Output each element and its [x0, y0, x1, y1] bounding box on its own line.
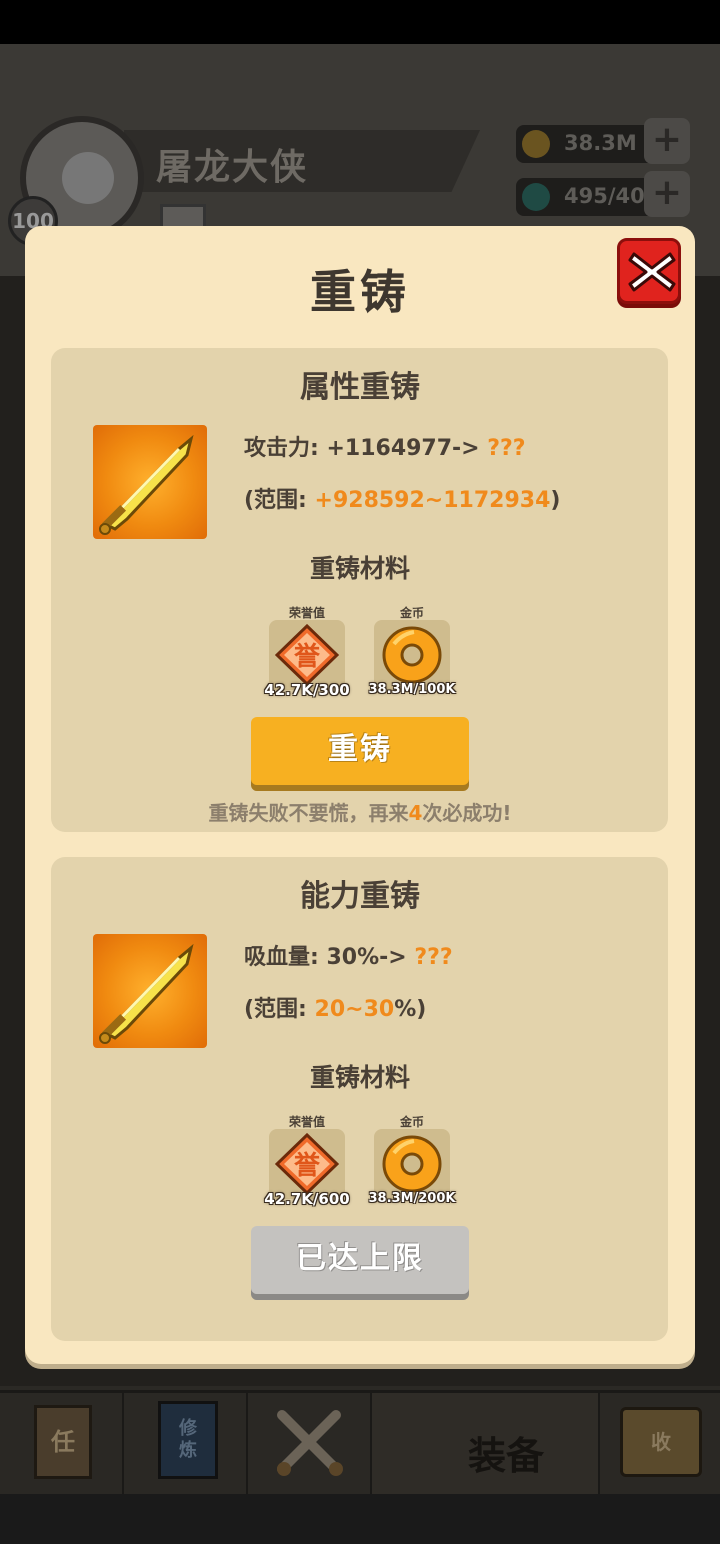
- lifesteal-range-line: (范围: 20~30%): [244, 991, 426, 1023]
- golden-sword-icon: [93, 934, 207, 1048]
- honor-label: 荣誉值: [288, 606, 325, 620]
- gold-coin-icon: [382, 626, 442, 684]
- add-gold-button[interactable]: +: [644, 118, 690, 164]
- gold-label: 金币: [399, 1115, 424, 1129]
- avatar-face-icon: [62, 152, 114, 204]
- lifesteal-range-value: 20~30: [314, 997, 395, 1022]
- cultivate-book-icon: 修炼: [158, 1401, 218, 1479]
- honor-material-slot[interactable]: 誉: [269, 1129, 345, 1199]
- player-name: 屠龙大侠: [156, 147, 309, 188]
- attack-range-prefix: (范围:: [244, 488, 315, 513]
- attack-stat-label: 攻击力: +1164977->: [244, 436, 480, 461]
- attack-range-line: (范围: +928592~1172934): [244, 482, 560, 514]
- lifesteal-stat-line: 吸血量: 30%-> ???: [244, 939, 453, 971]
- gold-coin-icon: [522, 130, 550, 158]
- golden-sword-icon: [93, 425, 207, 539]
- attack-range-value: +928592~1172934: [314, 488, 551, 513]
- hint-prefix: 重铸失败不要慌，再来: [208, 801, 409, 825]
- honor-material-slot[interactable]: 誉: [269, 620, 345, 690]
- add-gem-button[interactable]: +: [644, 171, 690, 217]
- hint-number: 4: [408, 801, 423, 825]
- max-reached-button[interactable]: 已达上限: [251, 1226, 469, 1294]
- lifesteal-range-prefix: (范围:: [244, 997, 315, 1022]
- navigation-bar: [0, 1494, 720, 1544]
- hint-suffix: 次必成功!: [422, 801, 512, 825]
- honor-count: 42.7K/300: [264, 681, 350, 699]
- attack-stat-line: 攻击力: +1164977-> ???: [244, 430, 526, 462]
- tab-cultivate[interactable]: 修炼: [124, 1393, 248, 1497]
- tab-quest[interactable]: 任: [0, 1393, 124, 1497]
- ability-recast-title: 能力重铸: [300, 879, 420, 914]
- attribute-materials-title: 重铸材料: [309, 554, 410, 583]
- status-bar: [0, 0, 720, 44]
- gold-amount: 38.3M: [564, 131, 637, 155]
- close-button[interactable]: [617, 238, 681, 304]
- dialog-title: 重铸: [310, 265, 410, 319]
- gold-count: 38.3M/100K: [368, 682, 456, 697]
- gold-coin-icon: [382, 1135, 442, 1193]
- close-x-icon: [628, 252, 676, 292]
- tab-battle[interactable]: [248, 1393, 372, 1497]
- gem-icon: [522, 183, 550, 211]
- tab-collect[interactable]: 收: [600, 1393, 720, 1497]
- honor-count: 42.7K/600: [264, 1190, 350, 1208]
- collect-chest-icon: 收: [620, 1407, 702, 1477]
- gold-material-slot[interactable]: [374, 620, 450, 690]
- attribute-recast-title: 属性重铸: [300, 370, 420, 405]
- attack-range-suffix: ): [550, 488, 561, 513]
- honor-badge-icon: 誉: [275, 624, 339, 686]
- gold-label: 金币: [399, 606, 424, 620]
- lifesteal-stat-label: 吸血量: 30%->: [244, 945, 407, 970]
- recast-hint: 重铸失败不要慌，再来4次必成功!: [0, 797, 720, 826]
- recast-button[interactable]: 重铸: [251, 717, 469, 785]
- gold-count: 38.3M/200K: [368, 1191, 456, 1206]
- gold-material-slot[interactable]: [374, 1129, 450, 1199]
- svg-text:誉: 誉: [294, 1151, 321, 1181]
- svg-text:誉: 誉: [294, 642, 321, 672]
- bottom-tab-bar: 任 修炼 装备 收: [0, 1390, 720, 1497]
- honor-badge-icon: 誉: [275, 1133, 339, 1195]
- honor-label: 荣誉值: [288, 1115, 325, 1129]
- tab-equipment-label: 装备: [467, 1434, 544, 1478]
- tab-equipment[interactable]: 装备: [372, 1393, 600, 1497]
- attack-stat-unknown: ???: [487, 436, 526, 461]
- crossed-swords-icon: [277, 1410, 343, 1476]
- gem-amount: 495/40: [564, 184, 645, 208]
- quest-scroll-icon: 任: [34, 1405, 92, 1479]
- ability-materials-title: 重铸材料: [309, 1063, 410, 1092]
- lifesteal-stat-unknown: ???: [414, 945, 453, 970]
- lifesteal-range-suffix: %): [394, 997, 427, 1022]
